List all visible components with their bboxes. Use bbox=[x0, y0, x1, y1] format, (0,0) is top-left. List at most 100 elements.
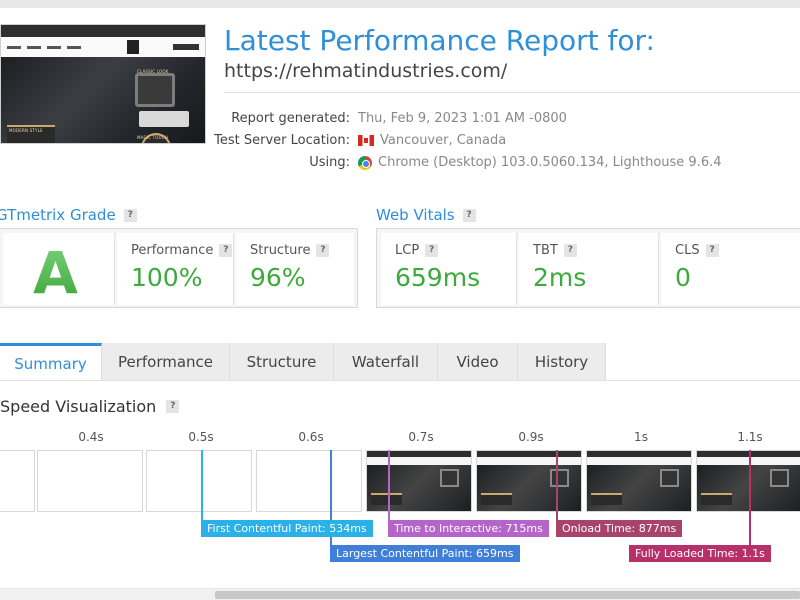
lcp-cell: LCP ? 659ms bbox=[381, 233, 517, 305]
web-vitals-title: Web Vitals bbox=[376, 206, 455, 224]
timeline-tick: 0.6s bbox=[298, 430, 324, 444]
tab-summary[interactable]: Summary bbox=[0, 343, 102, 381]
lcp-label-row: LCP ? bbox=[395, 243, 439, 258]
timeline-tick: 0.9s bbox=[518, 430, 544, 444]
thumb-nav-item bbox=[27, 45, 41, 49]
timeline-frame-blank bbox=[0, 450, 35, 512]
tbt-cell: TBT ? 2ms bbox=[519, 233, 659, 305]
frame-mirror bbox=[659, 469, 679, 487]
performance-label-row: Performance ? bbox=[131, 243, 233, 258]
server-location-value: Vancouver, Canada bbox=[358, 133, 506, 148]
frame-nav bbox=[367, 457, 471, 465]
cls-value: 0 bbox=[675, 263, 691, 292]
report-generated-label: Report generated: bbox=[231, 111, 350, 126]
structure-value: 96% bbox=[250, 263, 306, 292]
cls-cell: CLS ? 0 bbox=[661, 233, 800, 305]
help-icon[interactable]: ? bbox=[425, 244, 439, 257]
timeline-tick: 0.7s bbox=[408, 430, 434, 444]
frame-mirror bbox=[439, 469, 459, 487]
speed-visualization-title: Speed Visualization bbox=[0, 397, 157, 416]
tab-history[interactable]: History bbox=[518, 343, 606, 381]
thumb-topbar bbox=[1, 25, 205, 37]
help-icon[interactable]: ? bbox=[166, 400, 180, 413]
timeline-frame-screenshot[interactable] bbox=[696, 450, 800, 512]
onload-marker-line bbox=[556, 450, 558, 520]
web-vitals-heading: Web Vitals ? bbox=[376, 206, 476, 224]
frame-nav bbox=[477, 457, 581, 465]
server-location-label: Test Server Location: bbox=[214, 133, 350, 148]
thumb-banner-right: CLASSIC LOOK bbox=[137, 69, 169, 74]
report-generated-text: Thu, Feb 9, 2023 1:01 AM -0800 bbox=[358, 111, 567, 126]
timeline-tick: 1s bbox=[634, 430, 648, 444]
timeline-ticks: 0.4s 0.5s 0.6s 0.7s 0.9s 1s 1.1s bbox=[0, 428, 800, 448]
timeline-frame-screenshot[interactable] bbox=[366, 450, 472, 512]
performance-label: Performance bbox=[131, 243, 214, 258]
thumb-mirror bbox=[135, 73, 175, 107]
tab-structure[interactable]: Structure bbox=[230, 343, 334, 381]
report-generated-value: Thu, Feb 9, 2023 1:01 AM -0800 bbox=[358, 111, 567, 126]
help-icon[interactable]: ? bbox=[462, 208, 476, 222]
report-tabs: Summary Performance Structure Waterfall … bbox=[0, 343, 606, 381]
help-icon[interactable]: ? bbox=[219, 244, 233, 257]
top-bar bbox=[0, 0, 800, 8]
using-value: Chrome (Desktop) 103.0.5060.134, Lightho… bbox=[358, 155, 722, 170]
thumb-banner-bottom: MAGIC TOUCH bbox=[137, 135, 168, 140]
onload-marker-label: Onload Time: 877ms bbox=[556, 520, 683, 537]
thumb-nav-item bbox=[7, 45, 21, 49]
frame-mirror bbox=[769, 469, 789, 487]
tab-video[interactable]: Video bbox=[438, 343, 518, 381]
cls-label: CLS bbox=[675, 243, 700, 258]
structure-label-row: Structure ? bbox=[250, 243, 330, 258]
header-divider bbox=[224, 92, 800, 93]
fully-loaded-marker-label: Fully Loaded Time: 1.1s bbox=[629, 545, 771, 562]
server-location-text: Vancouver, Canada bbox=[380, 133, 507, 148]
frame-card bbox=[701, 493, 733, 505]
cls-label-row: CLS ? bbox=[675, 243, 719, 258]
chrome-icon bbox=[358, 155, 372, 170]
thumb-nav-item bbox=[67, 45, 81, 49]
help-icon[interactable]: ? bbox=[316, 244, 330, 257]
lcp-marker-label: Largest Contentful Paint: 659ms bbox=[330, 545, 520, 562]
frame-mirror bbox=[549, 469, 569, 487]
canada-flag-icon bbox=[358, 135, 374, 146]
gtmetrix-grade-title: GTmetrix Grade bbox=[0, 206, 116, 224]
tti-marker-line bbox=[388, 450, 390, 520]
horizontal-scrollbar[interactable] bbox=[0, 588, 800, 600]
frame-nav bbox=[587, 457, 691, 465]
thumb-nav bbox=[1, 37, 205, 57]
timeline-frame-blank bbox=[37, 450, 143, 512]
frame-card bbox=[481, 493, 513, 505]
scrollbar-thumb[interactable] bbox=[215, 591, 800, 599]
using-label: Using: bbox=[309, 155, 350, 170]
using-text: Chrome (Desktop) 103.0.5060.134, Lightho… bbox=[378, 155, 722, 170]
speed-visualization-heading: Speed Visualization ? bbox=[0, 397, 180, 416]
performance-cell: Performance ? 100% bbox=[117, 233, 234, 305]
timeline-frame-screenshot[interactable] bbox=[586, 450, 692, 512]
frame-card bbox=[371, 493, 403, 505]
tab-underline bbox=[0, 380, 800, 381]
grade-letter: A bbox=[33, 239, 78, 307]
help-icon[interactable]: ? bbox=[123, 208, 137, 222]
timeline-frame-screenshot[interactable] bbox=[476, 450, 582, 512]
lcp-label: LCP bbox=[395, 243, 420, 258]
help-icon[interactable]: ? bbox=[705, 244, 719, 257]
timeline-tick: 0.4s bbox=[78, 430, 104, 444]
report-title: Latest Performance Report for: bbox=[224, 24, 655, 57]
gtmetrix-grade-card: A Performance ? 100% Structure ? 96% bbox=[0, 228, 358, 308]
timeline-frame-blank bbox=[146, 450, 252, 512]
help-icon[interactable]: ? bbox=[563, 244, 577, 257]
report-url[interactable]: https://rehmatindustries.com/ bbox=[224, 60, 507, 82]
tab-waterfall[interactable]: Waterfall bbox=[334, 343, 438, 381]
structure-label: Structure bbox=[250, 243, 311, 258]
thumb-logo bbox=[127, 40, 139, 54]
thumb-nav-item bbox=[47, 45, 61, 49]
tab-performance[interactable]: Performance bbox=[102, 343, 230, 381]
tbt-label: TBT bbox=[533, 243, 558, 258]
timeline-tick: 0.5s bbox=[188, 430, 214, 444]
timeline-frame-blank bbox=[256, 450, 362, 512]
performance-value: 100% bbox=[131, 263, 203, 292]
tti-marker-label: Time to Interactive: 715ms bbox=[388, 520, 549, 537]
thumb-button bbox=[173, 44, 199, 50]
grade-cell: A bbox=[3, 233, 115, 307]
structure-cell: Structure ? 96% bbox=[236, 233, 354, 305]
